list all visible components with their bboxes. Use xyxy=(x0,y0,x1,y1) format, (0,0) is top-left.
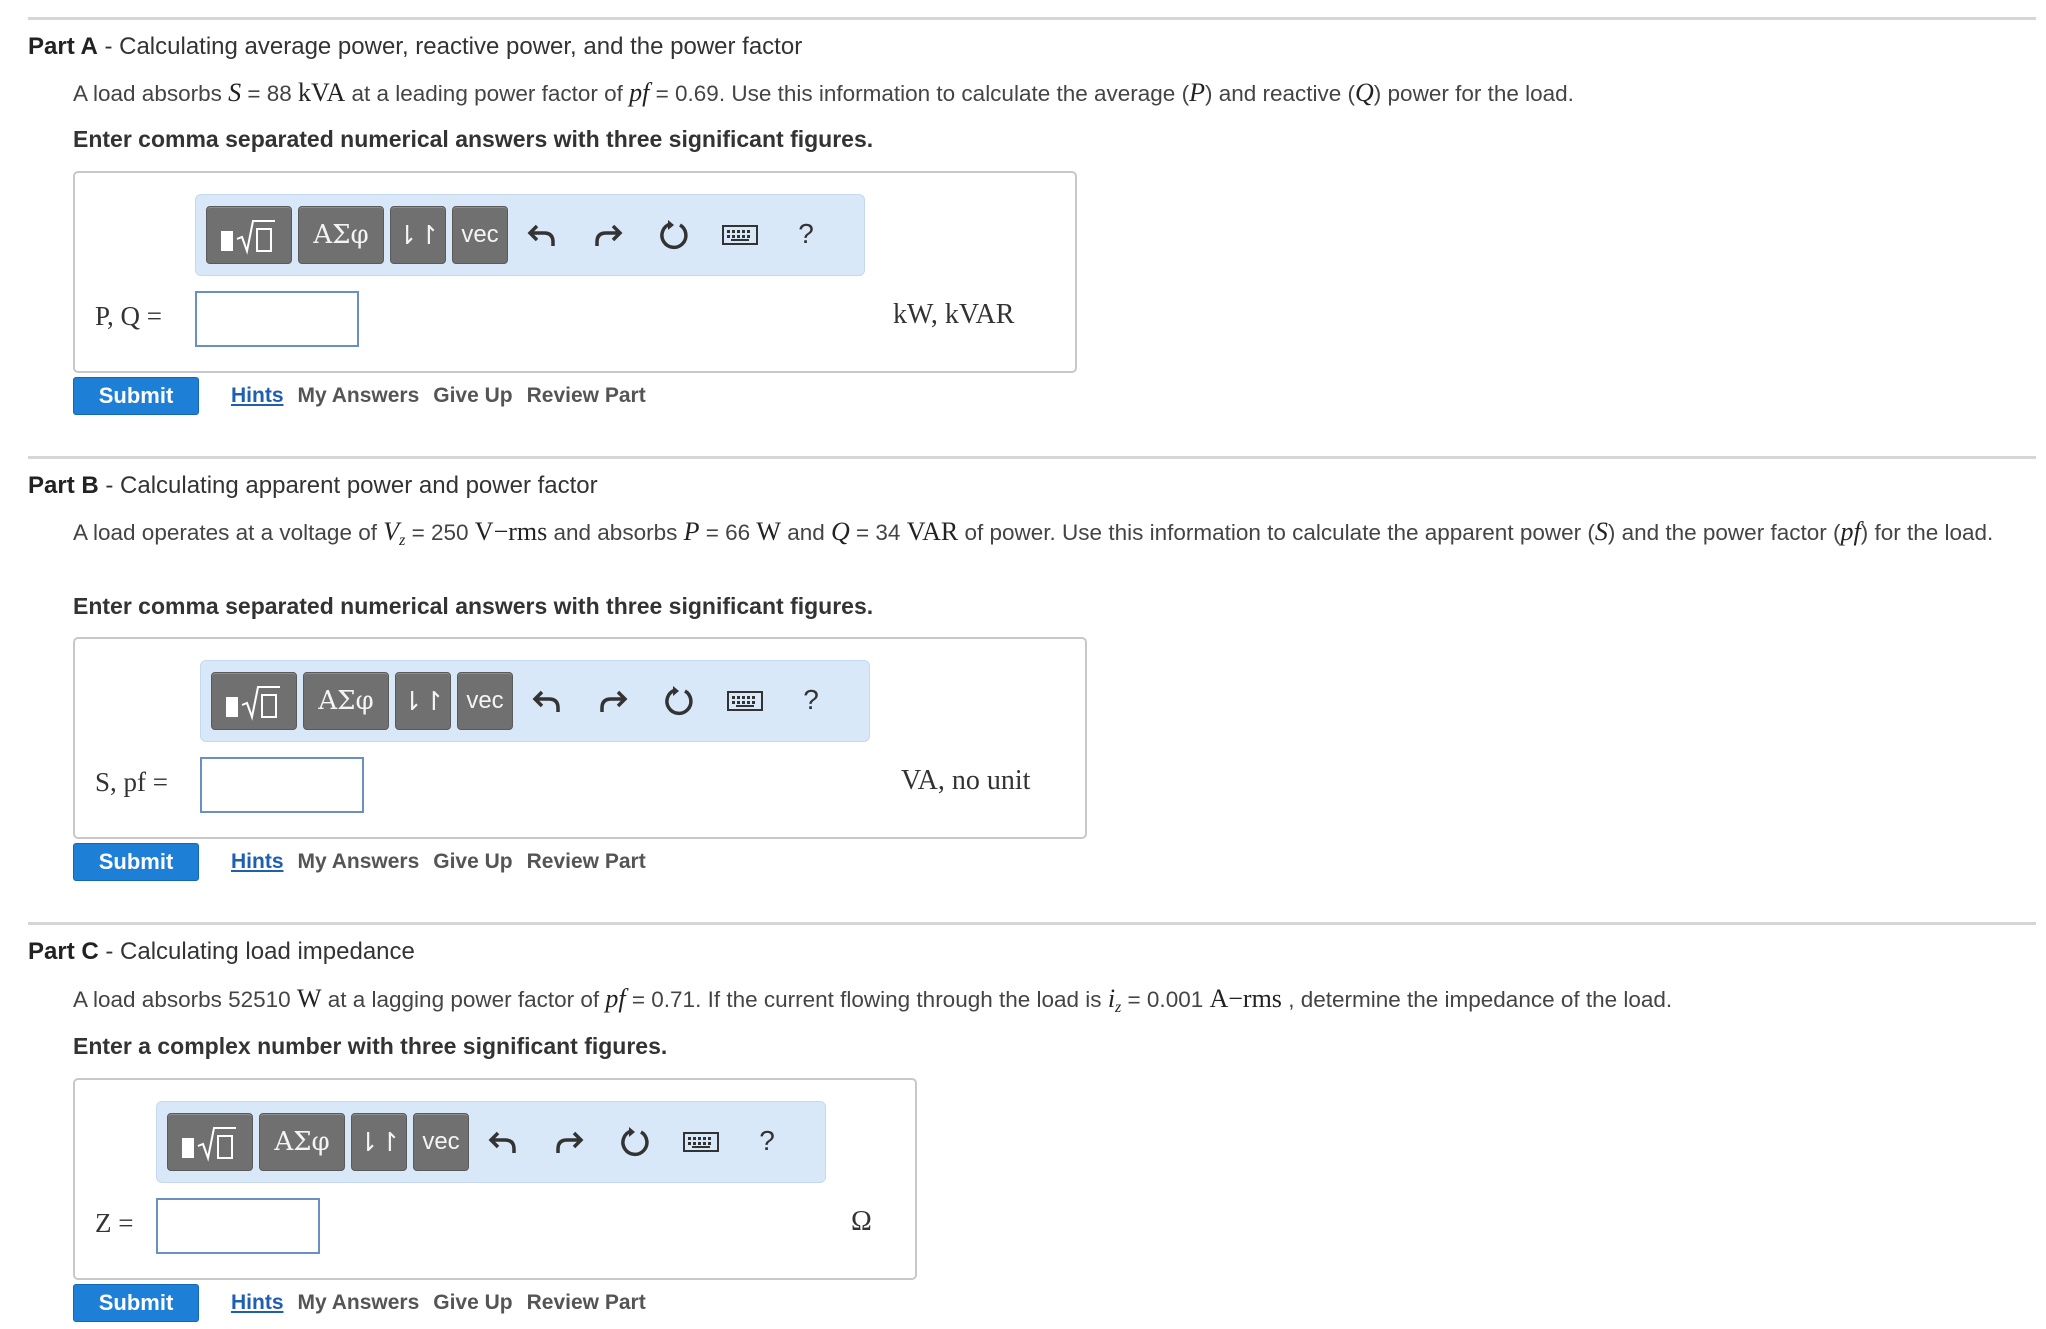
fraction-sqrt-template-icon xyxy=(226,686,280,721)
redo-icon[interactable] xyxy=(583,206,633,262)
review-part-link[interactable]: Review Part xyxy=(527,1291,646,1314)
review-part-link[interactable]: Review Part xyxy=(527,384,646,407)
arrows-button[interactable]: ⇂↾ xyxy=(351,1113,407,1171)
variable-label: S, pf = xyxy=(95,767,168,797)
variable-label: P, Q = xyxy=(95,301,162,331)
math-toolbar: ΑΣφ ⇂↾ vec ? xyxy=(200,660,870,742)
greek-symbols-button[interactable]: ΑΣφ xyxy=(298,206,384,264)
arrows-button[interactable]: ⇂↾ xyxy=(390,206,446,264)
part-divider xyxy=(28,922,2036,925)
keyboard-icon[interactable] xyxy=(720,672,770,728)
submit-button[interactable]: Submit xyxy=(73,377,199,415)
fraction-sqrt-template-icon xyxy=(221,220,275,255)
help-button[interactable]: ? xyxy=(786,672,836,728)
my-answers-link[interactable]: My Answers xyxy=(298,1291,420,1314)
keyboard-icon[interactable] xyxy=(715,206,765,262)
part-c-title: Part C - Calculating load impedance xyxy=(28,938,415,965)
part-c-instruction: Enter a complex number with three signif… xyxy=(73,1033,668,1059)
part-a-title: Part A - Calculating average power, reac… xyxy=(28,33,803,60)
part-a-action-links: Hints My Answers Give Up Review Part xyxy=(231,384,660,408)
keyboard-icon[interactable] xyxy=(676,1113,726,1169)
review-part-link[interactable]: Review Part xyxy=(527,850,646,873)
part-c-answer-box: ΑΣφ ⇂↾ vec ? Z = Ω xyxy=(73,1078,917,1280)
templates-button[interactable] xyxy=(211,672,297,730)
redo-icon[interactable] xyxy=(588,672,638,728)
units-label: VA, no unit xyxy=(901,765,1031,796)
give-up-link[interactable]: Give Up xyxy=(433,850,512,873)
my-answers-link[interactable]: My Answers xyxy=(298,850,420,873)
part-b-title: Part B - Calculating apparent power and … xyxy=(28,472,598,499)
answer-input[interactable] xyxy=(156,1198,320,1254)
part-divider xyxy=(28,456,2036,459)
redo-icon[interactable] xyxy=(544,1113,594,1169)
ohm-unit-label: Ω xyxy=(851,1206,872,1237)
part-a-instruction: Enter comma separated numerical answers … xyxy=(73,126,874,152)
answer-input[interactable] xyxy=(195,291,359,347)
hints-link[interactable]: Hints xyxy=(231,1291,284,1314)
vec-button[interactable]: vec xyxy=(452,206,508,264)
answer-input[interactable] xyxy=(200,757,364,813)
math-toolbar: ΑΣφ ⇂↾ vec ? xyxy=(156,1101,826,1183)
arrows-button[interactable]: ⇂↾ xyxy=(395,672,451,730)
part-a-prompt: A load absorbs S = 88 kVA at a leading p… xyxy=(73,78,1574,107)
part-b-instruction: Enter comma separated numerical answers … xyxy=(73,593,874,619)
undo-icon[interactable] xyxy=(478,1113,528,1169)
submit-button[interactable]: Submit xyxy=(73,1284,199,1322)
give-up-link[interactable]: Give Up xyxy=(433,1291,512,1314)
undo-icon[interactable] xyxy=(522,672,572,728)
part-label: Part C xyxy=(28,938,99,965)
templates-button[interactable] xyxy=(206,206,292,264)
fraction-sqrt-template-icon xyxy=(182,1127,236,1162)
submit-button[interactable]: Submit xyxy=(73,843,199,881)
templates-button[interactable] xyxy=(167,1113,253,1171)
part-divider xyxy=(28,17,2036,20)
vec-button[interactable]: vec xyxy=(413,1113,469,1171)
part-c-prompt: A load absorbs 52510 W at a lagging powe… xyxy=(73,984,1673,1017)
part-a-answer-box: ΑΣφ ⇂↾ vec ? P, Q = kW, kVAR xyxy=(73,171,1077,373)
math-toolbar: ΑΣφ ⇂↾ vec ? xyxy=(195,194,865,276)
reset-icon[interactable] xyxy=(654,672,704,728)
help-button[interactable]: ? xyxy=(781,206,831,262)
units-label: kW, kVAR xyxy=(893,299,1015,330)
greek-symbols-button[interactable]: ΑΣφ xyxy=(303,672,389,730)
part-title-text: Calculating load impedance xyxy=(120,938,415,965)
variable-label: Z = xyxy=(95,1208,134,1238)
part-label: Part B xyxy=(28,472,99,499)
reset-icon[interactable] xyxy=(649,206,699,262)
reset-icon[interactable] xyxy=(610,1113,660,1169)
vec-button[interactable]: vec xyxy=(457,672,513,730)
part-title-text: Calculating apparent power and power fac… xyxy=(120,472,598,499)
part-b-action-links: Hints My Answers Give Up Review Part xyxy=(231,850,660,874)
part-title-text: Calculating average power, reactive powe… xyxy=(119,33,803,60)
hints-link[interactable]: Hints xyxy=(231,384,284,407)
my-answers-link[interactable]: My Answers xyxy=(298,384,420,407)
greek-symbols-button[interactable]: ΑΣφ xyxy=(259,1113,345,1171)
give-up-link[interactable]: Give Up xyxy=(433,384,512,407)
part-label: Part A xyxy=(28,33,98,60)
part-b-answer-box: ΑΣφ ⇂↾ vec ? S, pf = VA, no unit xyxy=(73,637,1087,839)
part-b-prompt: A load operates at a voltage of Vz = 250… xyxy=(73,517,1994,550)
help-button[interactable]: ? xyxy=(742,1113,792,1169)
part-c-action-links: Hints My Answers Give Up Review Part xyxy=(231,1291,660,1315)
undo-icon[interactable] xyxy=(517,206,567,262)
hints-link[interactable]: Hints xyxy=(231,850,284,873)
